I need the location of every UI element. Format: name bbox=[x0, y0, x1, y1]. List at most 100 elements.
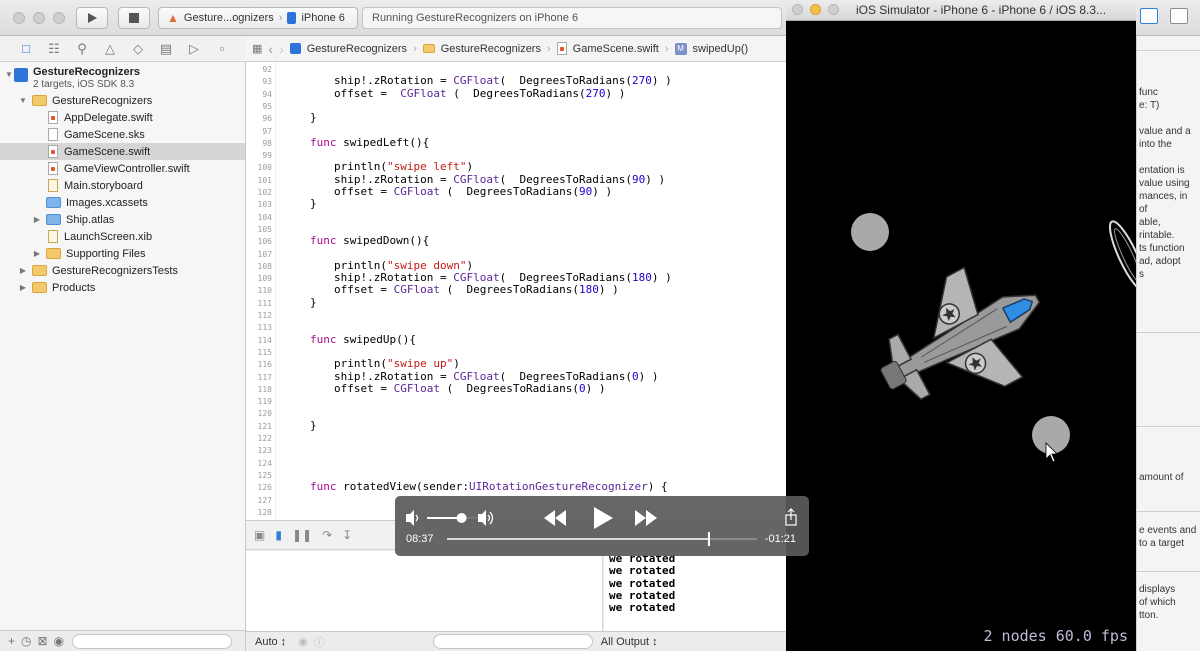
rewind-icon[interactable] bbox=[544, 510, 566, 526]
eye-icon[interactable]: ◉ bbox=[298, 635, 308, 648]
unsaved-files-icon[interactable]: ⊠ bbox=[38, 634, 48, 648]
tree-file-gameviewcontroller[interactable]: GameViewController.swift bbox=[0, 160, 245, 177]
tree-item-label: GameViewController.swift bbox=[64, 162, 190, 175]
code-line: offset = CGFloat ( DegreesToRadians(0) ) bbox=[334, 381, 606, 395]
tree-group-tests[interactable]: ▶ GestureRecognizersTests bbox=[0, 262, 245, 279]
hide-debug-area-icon[interactable]: ▣ bbox=[254, 528, 265, 542]
divider bbox=[1137, 511, 1200, 512]
scrubber-playhead[interactable] bbox=[707, 532, 710, 546]
forward-arrow-icon[interactable]: › bbox=[279, 41, 284, 57]
close-window-button[interactable] bbox=[13, 12, 25, 24]
add-icon[interactable]: + bbox=[8, 634, 15, 648]
divider bbox=[1137, 50, 1200, 51]
line-number: 102 bbox=[257, 188, 272, 197]
share-icon[interactable] bbox=[785, 508, 797, 526]
variables-mode-popup[interactable]: Auto ↕ bbox=[255, 636, 286, 648]
chevron-right-icon: › bbox=[664, 42, 669, 55]
toggle-utilities-icon[interactable] bbox=[1170, 8, 1188, 24]
scheme-selector[interactable]: ▲ Gesture...ognizers › iPhone 6 bbox=[158, 7, 358, 29]
symbol-navigator-tab[interactable]: ☷ bbox=[40, 39, 68, 59]
fast-forward-icon[interactable] bbox=[635, 510, 657, 526]
close-window-button[interactable] bbox=[792, 4, 803, 15]
pause-icon[interactable]: ❚❚ bbox=[292, 528, 312, 542]
issue-navigator-tab[interactable]: △ bbox=[96, 39, 124, 59]
project-icon bbox=[289, 43, 301, 54]
play-icon[interactable] bbox=[594, 507, 613, 529]
library-item-description: displays of which tton. bbox=[1139, 584, 1176, 621]
step-into-icon[interactable]: ↧ bbox=[342, 528, 352, 542]
tree-file-images-xcassets[interactable]: Images.xcassets bbox=[0, 194, 245, 211]
code-line: func swipedUp(){ bbox=[310, 332, 416, 346]
breadcrumb-symbol[interactable]: swipedUp() bbox=[693, 43, 749, 55]
simulator-titlebar: iOS Simulator - iPhone 6 - iPhone 6 / iO… bbox=[786, 0, 1136, 21]
line-number-gutter: 92 93 94 95 96 97 98 99 100 101 102 103 104 105 106 107… bbox=[246, 62, 276, 520]
output-mode-popup[interactable]: All Output ↕ bbox=[601, 636, 658, 648]
run-button[interactable] bbox=[76, 7, 108, 29]
line-number: 107 bbox=[257, 249, 272, 259]
code-line: offset = CGFloat ( DegreesToRadians(270)… bbox=[334, 86, 626, 100]
variables-filter-field[interactable] bbox=[432, 634, 593, 649]
breadcrumb-file[interactable]: GameScene.swift bbox=[573, 43, 659, 55]
toggle-navigator-icon[interactable] bbox=[1140, 8, 1158, 24]
breakpoint-navigator-tab[interactable]: ▷ bbox=[180, 39, 208, 59]
hierarchy-icon: ☷ bbox=[48, 40, 60, 56]
rotation-gesture-ring bbox=[1108, 220, 1136, 292]
line-number: 124 bbox=[257, 458, 272, 468]
project-navigator-tab[interactable]: □ bbox=[12, 39, 40, 59]
find-navigator-tab[interactable]: ⚲ bbox=[68, 39, 96, 59]
line-number: 111 bbox=[257, 298, 272, 308]
line-number: 103 bbox=[257, 200, 272, 210]
volume-low-icon[interactable] bbox=[406, 510, 419, 526]
volume-high-icon[interactable] bbox=[478, 510, 494, 526]
zoom-window-button[interactable] bbox=[53, 12, 65, 24]
tree-file-main-storyboard[interactable]: Main.storyboard bbox=[0, 177, 245, 194]
breakpoints-toggle-icon[interactable]: ▮ bbox=[275, 528, 282, 542]
debug-navigator-tab[interactable]: ▤ bbox=[152, 39, 180, 59]
tree-file-appdelegate[interactable]: AppDelegate.swift bbox=[0, 109, 245, 126]
simulator-screen[interactable]: 2 nodes 60.0 fps bbox=[786, 21, 1136, 651]
tree-item-label: LaunchScreen.xib bbox=[64, 230, 153, 243]
folder-icon bbox=[32, 265, 47, 276]
library-item-description: e events and to a target bbox=[1139, 525, 1197, 549]
navigator-filter-field[interactable] bbox=[72, 633, 233, 649]
disclosure-open-icon: ▼ bbox=[19, 96, 27, 105]
project-root-row[interactable]: ▼ GestureRecognizers 2 targets, iOS SDK … bbox=[0, 64, 245, 92]
xib-file-icon bbox=[48, 230, 58, 243]
line-number: 101 bbox=[257, 175, 272, 185]
filter-icon[interactable]: ◉ bbox=[54, 634, 64, 648]
info-icon[interactable]: ⓘ bbox=[314, 634, 325, 650]
tree-file-launchscreen[interactable]: LaunchScreen.xib bbox=[0, 228, 245, 245]
tree-file-gamescene-swift[interactable]: GameScene.swift bbox=[0, 143, 245, 160]
disclosure-closed-icon: ▶ bbox=[19, 266, 27, 275]
code-line: func rotatedView(sender:UIRotationGestur… bbox=[310, 480, 668, 494]
tree-file-gamescene-sks[interactable]: GameScene.sks bbox=[0, 126, 245, 143]
disclosure-closed-icon: ▶ bbox=[19, 283, 27, 292]
tree-group-gesturerecognizers[interactable]: ▼ GestureRecognizers bbox=[0, 92, 245, 109]
elapsed-time: 08:37 bbox=[406, 533, 434, 545]
breadcrumb-group[interactable]: GestureRecognizers bbox=[441, 43, 541, 55]
code-line: ship!.zRotation = CGFloat( DegreesToRadi… bbox=[334, 271, 672, 285]
line-number: 119 bbox=[257, 397, 272, 407]
tree-group-ship-atlas[interactable]: ▶ Ship.atlas bbox=[0, 211, 245, 228]
divider bbox=[1137, 332, 1200, 333]
volume-knob[interactable] bbox=[456, 513, 467, 523]
test-navigator-tab[interactable]: ◇ bbox=[124, 39, 152, 59]
recent-files-icon[interactable]: ◷ bbox=[21, 634, 31, 648]
related-items-icon[interactable]: ▦ bbox=[252, 42, 262, 55]
divider bbox=[1137, 571, 1200, 572]
line-number: 96 bbox=[262, 114, 272, 124]
line-number: 113 bbox=[257, 323, 272, 333]
minimize-window-button[interactable] bbox=[810, 4, 821, 15]
minimize-window-button[interactable] bbox=[33, 12, 45, 24]
tree-group-supporting-files[interactable]: ▶ Supporting Files bbox=[0, 245, 245, 262]
breadcrumb-project[interactable]: GestureRecognizers bbox=[307, 43, 407, 55]
tree-item-label: Images.xcassets bbox=[66, 196, 148, 209]
tree-group-products[interactable]: ▶ Products bbox=[0, 279, 245, 296]
back-arrow-icon[interactable]: ‹ bbox=[268, 41, 273, 57]
source-editor[interactable]: 92 93 94 95 96 97 98 99 100 101 102 103 104 105 106 107… bbox=[246, 62, 786, 520]
stop-button[interactable] bbox=[118, 7, 150, 29]
log-navigator-tab[interactable]: ▫ bbox=[208, 39, 236, 59]
line-number: 109 bbox=[257, 274, 272, 284]
zoom-window-button[interactable] bbox=[828, 4, 839, 15]
step-over-icon[interactable]: ↷ bbox=[322, 528, 332, 542]
